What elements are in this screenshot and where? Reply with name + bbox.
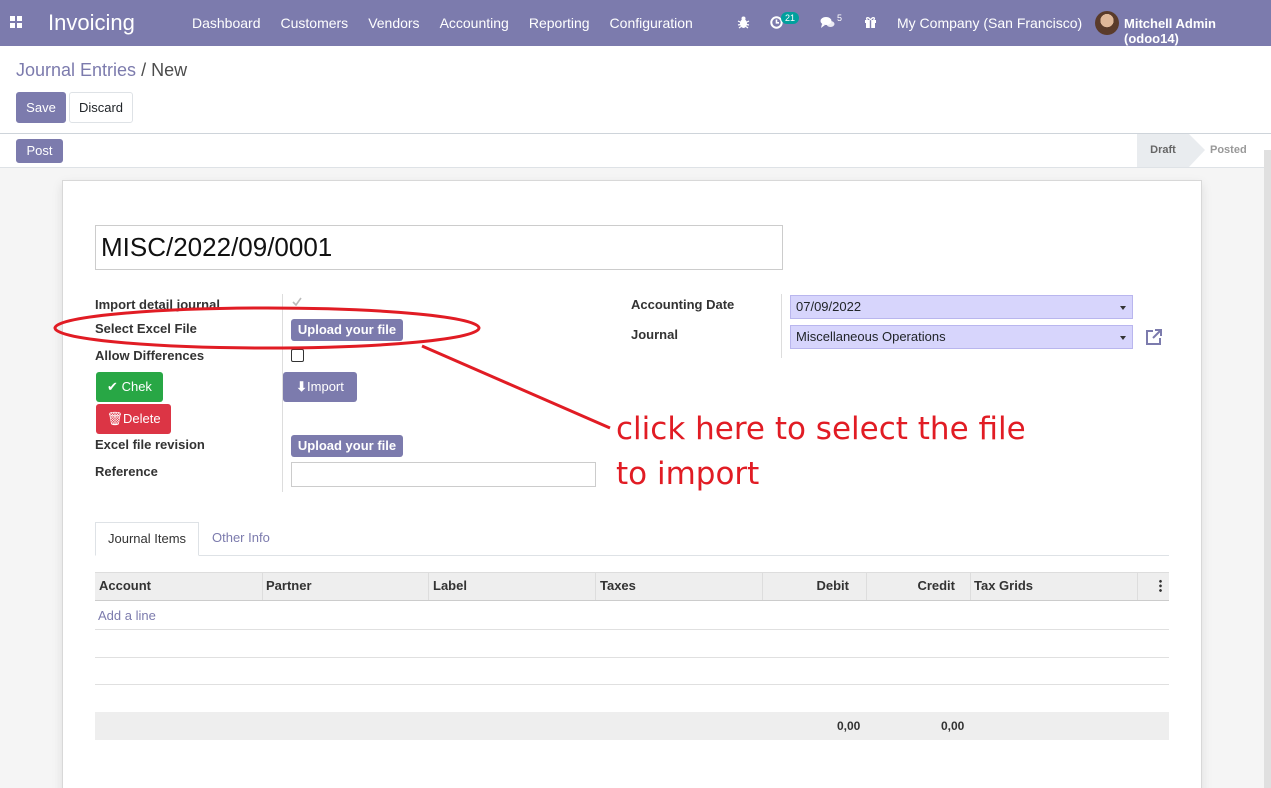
- import-button[interactable]: ⬇Import: [283, 372, 357, 402]
- messages-icon[interactable]: [820, 16, 835, 29]
- select-excel-file-label: Select Excel File: [95, 321, 197, 336]
- breadcrumb-separator: /: [141, 60, 147, 80]
- column-label[interactable]: Label: [429, 573, 596, 600]
- discard-button[interactable]: Discard: [69, 92, 133, 123]
- journal-select[interactable]: Miscellaneous Operations: [790, 325, 1133, 349]
- upload-revision-file-button[interactable]: Upload your file: [291, 435, 403, 457]
- import-detail-journal-label: Import detail journal: [95, 297, 220, 312]
- accounting-date-value: 07/09/2022: [796, 299, 862, 314]
- check-button-label: Chek: [121, 379, 152, 394]
- stage-draft[interactable]: Draft: [1137, 134, 1205, 167]
- annotation-line-2: to import: [616, 456, 760, 492]
- allow-differences-checkbox[interactable]: [291, 349, 304, 362]
- notebook-tabs: Journal Items Other Info: [95, 522, 1169, 556]
- accounting-date-label: Accounting Date: [631, 297, 735, 312]
- upload-excel-file-button[interactable]: Upload your file: [291, 319, 403, 341]
- save-button[interactable]: Save: [16, 92, 66, 123]
- check-icon: ✔: [107, 379, 118, 394]
- chevron-down-icon: [1120, 336, 1126, 340]
- post-button[interactable]: Post: [16, 139, 63, 163]
- gift-icon[interactable]: [864, 15, 877, 29]
- top-navbar: Invoicing Dashboard Customers Vendors Ac…: [0, 0, 1271, 46]
- column-credit[interactable]: Credit: [866, 573, 971, 600]
- column-debit[interactable]: Debit: [762, 573, 867, 600]
- app-brand[interactable]: Invoicing: [48, 10, 135, 36]
- tab-journal-items[interactable]: Journal Items: [95, 522, 200, 556]
- reference-input[interactable]: [291, 462, 596, 487]
- import-detail-journal-checkmark: [292, 297, 302, 306]
- trash-icon: 🗑: [106, 411, 123, 426]
- user-menu[interactable]: Mitchell Admin (odoo14): [1124, 16, 1271, 46]
- status-bar: Post Draft Posted: [0, 133, 1271, 168]
- accounting-date-field[interactable]: 07/09/2022: [790, 295, 1133, 319]
- delete-button-label: Delete: [122, 411, 161, 426]
- right-group-divider: [781, 294, 782, 358]
- column-account[interactable]: Account: [95, 573, 263, 600]
- import-button-label: Import: [307, 379, 344, 394]
- menu-configuration[interactable]: Configuration: [600, 15, 703, 31]
- credit-total: 0,00: [941, 719, 965, 733]
- tab-other-info[interactable]: Other Info: [200, 522, 282, 556]
- menu-vendors[interactable]: Vendors: [358, 15, 429, 31]
- bug-icon[interactable]: [737, 16, 750, 29]
- entry-name-field[interactable]: MISC/2022/09/0001: [95, 225, 783, 270]
- table-row: [95, 658, 1169, 685]
- external-link-icon[interactable]: [1145, 328, 1163, 346]
- scrollbar[interactable]: [1264, 150, 1271, 788]
- excel-file-revision-label: Excel file revision: [95, 437, 205, 452]
- activity-count-badge: 21: [781, 12, 800, 24]
- menu-customers[interactable]: Customers: [271, 15, 359, 31]
- reference-label: Reference: [95, 464, 158, 479]
- breadcrumb-current: New: [151, 60, 188, 80]
- user-avatar[interactable]: [1095, 11, 1119, 35]
- apps-menu-icon[interactable]: [10, 16, 23, 29]
- company-switcher[interactable]: My Company (San Francisco): [897, 15, 1082, 31]
- download-icon: ⬇: [296, 379, 308, 394]
- table-row: [95, 630, 1169, 658]
- column-partner[interactable]: Partner: [262, 573, 429, 600]
- annotation-line-1: click here to select the file: [616, 411, 1026, 447]
- column-options-icon[interactable]: [1159, 579, 1162, 593]
- menu-accounting[interactable]: Accounting: [430, 15, 519, 31]
- debit-total: 0,00: [837, 719, 861, 733]
- check-button[interactable]: ✔ Chek: [96, 372, 163, 402]
- breadcrumb-parent[interactable]: Journal Entries: [16, 60, 136, 80]
- menu-dashboard[interactable]: Dashboard: [182, 15, 271, 31]
- main-menu: Dashboard Customers Vendors Accounting R…: [182, 15, 703, 31]
- column-tax-grids[interactable]: Tax Grids: [970, 573, 1138, 600]
- column-taxes[interactable]: Taxes: [596, 573, 763, 600]
- allow-differences-label: Allow Differences: [95, 348, 205, 363]
- journal-label: Journal: [631, 327, 678, 342]
- table-footer: 0,00 0,00: [95, 712, 1169, 740]
- add-line-link[interactable]: Add a line: [98, 608, 156, 623]
- menu-reporting[interactable]: Reporting: [519, 15, 600, 31]
- table-row: [95, 601, 1169, 630]
- delete-button[interactable]: 🗑Delete: [96, 404, 171, 434]
- table-header: Account Partner Label Taxes Debit Credit…: [95, 572, 1169, 601]
- annotation-text: click here to select the file to import: [616, 407, 1026, 497]
- journal-value: Miscellaneous Operations: [796, 329, 946, 344]
- chevron-down-icon: [1120, 306, 1126, 310]
- stage-posted[interactable]: Posted: [1210, 134, 1247, 167]
- messages-count-badge: 5: [837, 13, 843, 23]
- breadcrumb: Journal Entries / New: [16, 60, 187, 81]
